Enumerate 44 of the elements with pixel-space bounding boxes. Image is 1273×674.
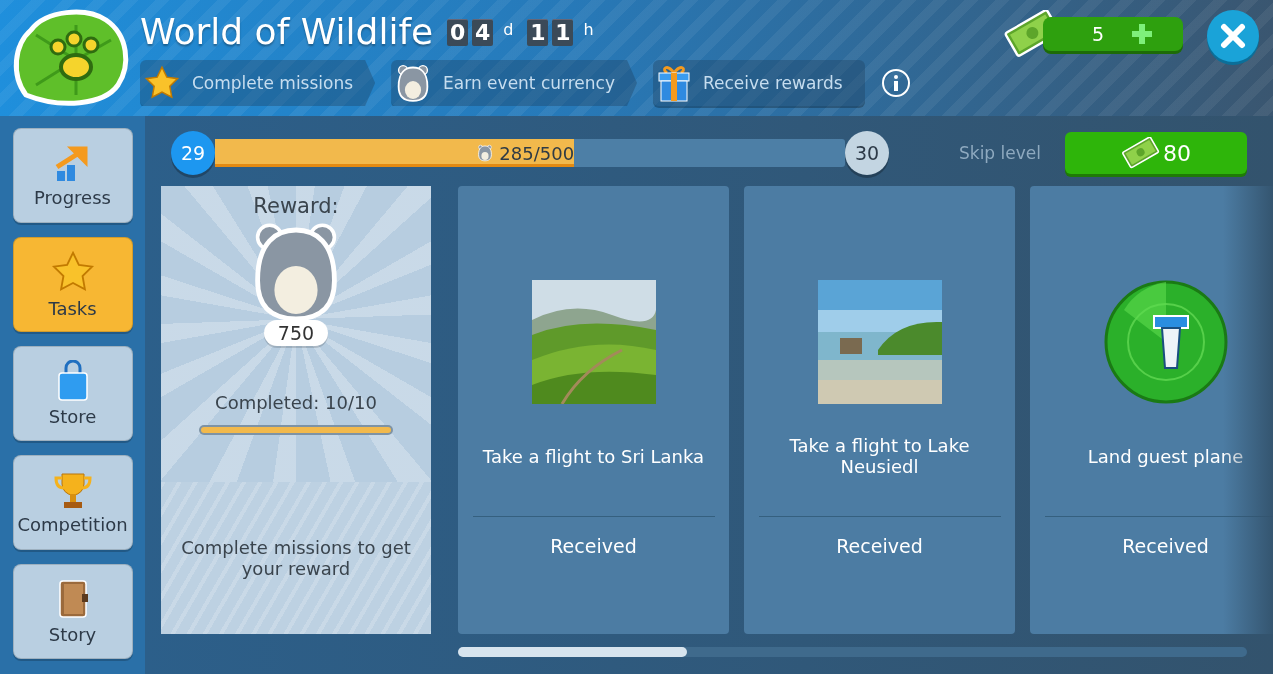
- timer-digit: 1: [527, 18, 549, 46]
- sidebar-tab[interactable]: Progress: [12, 128, 133, 223]
- window-title: World of Wildlife: [140, 10, 434, 54]
- sidebar-tab[interactable]: Story: [12, 564, 133, 659]
- timer-digit: 4: [472, 18, 494, 46]
- shopping-bag-icon: [55, 360, 90, 402]
- info-icon[interactable]: [880, 68, 911, 98]
- skip-label: Skip level: [959, 143, 1041, 163]
- mission-title: Take a flight to Sri Lanka: [482, 445, 705, 467]
- level-badge: 30: [845, 131, 889, 175]
- sidebar-tab[interactable]: Competition: [12, 455, 133, 550]
- reward-amount: 750: [263, 319, 329, 346]
- mission-status: Received: [836, 535, 923, 557]
- step-banner: Complete missions: [140, 60, 376, 106]
- timer-unit: h: [583, 19, 594, 39]
- mission-status: Received: [550, 535, 637, 557]
- timer-digit: 1: [552, 18, 574, 46]
- trophy-icon: [53, 470, 92, 510]
- reward-title: Reward:: [253, 194, 339, 218]
- close-icon: [1220, 23, 1246, 49]
- step-banner: Earn event currency: [391, 60, 637, 106]
- timer-digit: 0: [447, 18, 469, 46]
- progress-reading: 285/500: [499, 142, 575, 164]
- sidebar-tab[interactable]: Store: [12, 346, 133, 441]
- mission-card[interactable]: Take a flight to Sri Lanka Received: [458, 186, 729, 634]
- completed-count: Completed: 10/10: [215, 391, 377, 413]
- radar-tower-icon: [1103, 280, 1228, 404]
- scrollbar[interactable]: [458, 647, 1247, 657]
- timer-unit: d: [503, 19, 514, 39]
- reward-hint: Complete missions to get your reward: [180, 537, 412, 579]
- star-icon: [50, 250, 95, 294]
- mission-status: Received: [1122, 535, 1209, 557]
- star-icon: [144, 65, 180, 101]
- mission-card[interactable]: Take a flight to Lake Neusiedl Received: [744, 186, 1015, 634]
- sidebar-tab[interactable]: Tasks: [12, 237, 133, 332]
- mission-title: Take a flight to Lake Neusiedl: [788, 435, 971, 477]
- mission-title: Land guest plane: [1087, 445, 1244, 467]
- hamster-icon: [477, 144, 494, 162]
- level-badge: 29: [171, 131, 215, 175]
- close-button[interactable]: [1207, 10, 1259, 62]
- mission-card[interactable]: Land guest plane Received: [1030, 186, 1273, 634]
- currency-counter: 5: [1043, 17, 1183, 51]
- gift-icon: [657, 63, 691, 103]
- step-banner: Receive rewards: [653, 60, 865, 106]
